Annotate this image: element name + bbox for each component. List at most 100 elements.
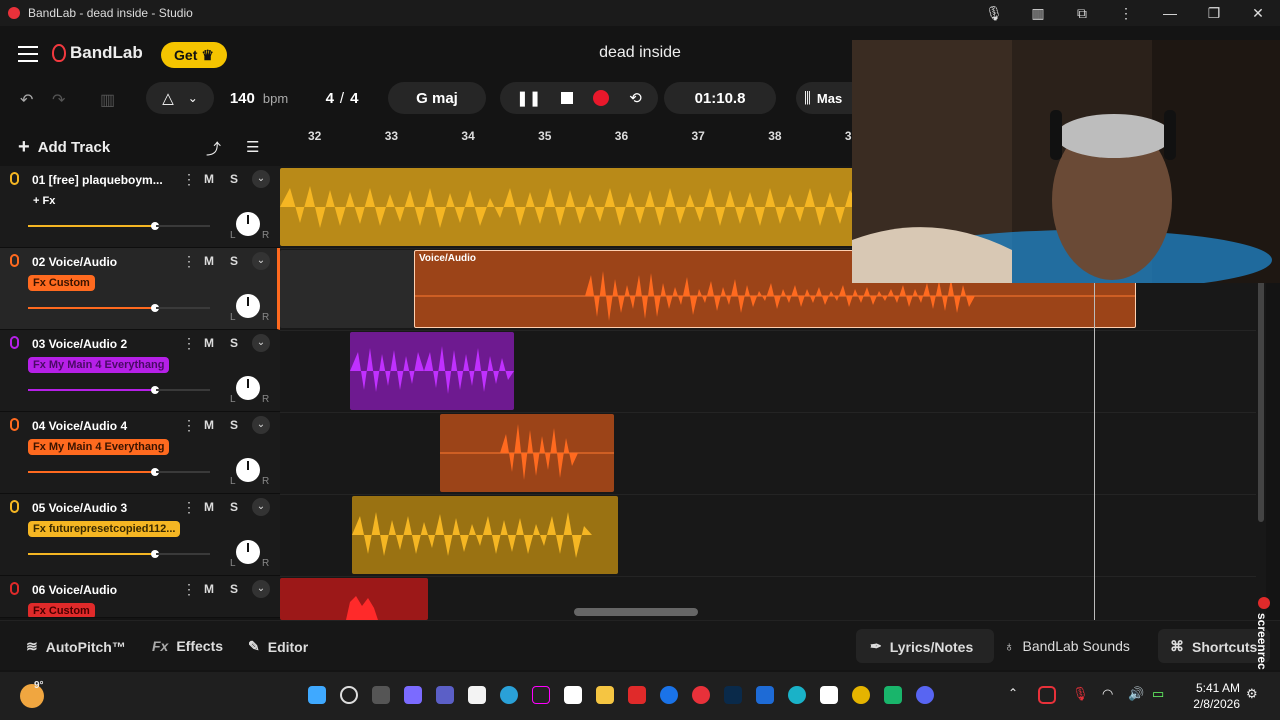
discord-icon[interactable] — [916, 686, 934, 704]
track-header[interactable]: 03 Voice/Audio 2 ⋮ M S ⌄ Fx My Main 4 Ev… — [0, 330, 280, 412]
taskbar-clock[interactable]: 5:41 AM 2/8/2026 — [1193, 680, 1240, 712]
timeline-ruler[interactable]: 32 33 34 35 36 37 38 3 — [280, 126, 860, 166]
tempo-field[interactable]: 140 bpm — [216, 82, 302, 114]
fx-preset-badge[interactable]: + Fx — [28, 193, 60, 209]
fx-preset-badge[interactable]: Fx futurepresetcopied112... — [28, 521, 181, 537]
solo-button[interactable]: S — [230, 418, 238, 432]
undo-icon[interactable]: ↶ — [20, 90, 33, 110]
mute-button[interactable]: M — [204, 418, 214, 432]
task-view-icon[interactable] — [372, 686, 390, 704]
chevron-down-icon[interactable]: ⌄ — [252, 580, 270, 598]
solo-button[interactable]: S — [230, 582, 238, 596]
track-header[interactable]: 01 [free] plaqueboym... ⋮ M S ⌄ + Fx L R — [0, 166, 280, 248]
chevron-down-icon[interactable]: ⌄ — [252, 252, 270, 270]
audio-clip[interactable] — [440, 414, 614, 492]
battery-icon[interactable]: ▭ — [1152, 686, 1164, 702]
volume-slider[interactable] — [28, 304, 159, 312]
chevron-down-icon[interactable]: ⌄ — [252, 416, 270, 434]
mic-icon[interactable] — [10, 336, 19, 349]
teams-icon[interactable] — [436, 686, 454, 704]
fx-preset-badge[interactable]: Fx Custom — [28, 275, 95, 291]
bandlab-taskbar-icon[interactable] — [692, 686, 710, 704]
hp-icon[interactable] — [660, 686, 678, 704]
shortcuts-button[interactable]: ⌘ Shortcuts — [1170, 638, 1257, 655]
piano-icon[interactable]: ▥ — [1016, 5, 1060, 22]
mic-icon[interactable] — [10, 172, 19, 185]
wifi-icon[interactable]: ◠ — [1102, 686, 1113, 702]
stop-button[interactable] — [561, 92, 574, 104]
lyrics-notes-button[interactable]: ✒ Lyrics/Notes — [870, 638, 973, 655]
track-header[interactable]: 05 Voice/Audio 3 ⋮ M S ⌄ Fx futurepreset… — [0, 494, 280, 576]
fx-preset-badge[interactable]: Fx My Main 4 Everythang — [28, 439, 170, 455]
piano-keys-icon[interactable]: ▥ — [100, 90, 115, 110]
store-icon[interactable] — [468, 686, 486, 704]
volume-slider[interactable] — [28, 386, 159, 394]
extensions-icon[interactable]: ⧉ — [1060, 5, 1104, 22]
track-name[interactable]: 03 Voice/Audio 2 — [32, 337, 172, 351]
editor-button[interactable]: ✎ Editor — [248, 638, 308, 655]
mute-button[interactable]: M — [204, 172, 214, 186]
chrome-icon[interactable] — [852, 686, 870, 704]
volume-slider[interactable] — [28, 468, 159, 476]
add-track-button[interactable]: + Add Track — [18, 136, 110, 159]
amazon-icon[interactable] — [564, 686, 582, 704]
tray-icon[interactable] — [1038, 686, 1056, 704]
solo-button[interactable]: S — [230, 336, 238, 350]
track-header[interactable]: 04 Voice/Audio 4 ⋮ M S ⌄ Fx My Main 4 Ev… — [0, 412, 280, 494]
record-button[interactable] — [593, 90, 610, 106]
more-icon[interactable]: ⋮ — [1104, 5, 1148, 22]
more-icon[interactable]: ⋮ — [182, 581, 196, 598]
pan-knob[interactable] — [236, 294, 260, 318]
audio-clip[interactable] — [352, 496, 618, 574]
track-name[interactable]: 05 Voice/Audio 3 — [32, 501, 172, 515]
bandlab-sounds-button[interactable]: ♁ BandLab Sounds — [1004, 638, 1130, 654]
pan-knob[interactable] — [236, 458, 260, 482]
track-name[interactable]: 01 [free] plaqueboym... — [32, 173, 172, 187]
get-membership-button[interactable]: Get ♛ — [161, 42, 227, 68]
more-icon[interactable]: ⋮ — [182, 499, 196, 516]
more-icon[interactable]: ⋮ — [182, 253, 196, 270]
automation-icon[interactable]: ⤴ — [206, 138, 221, 159]
chevron-down-icon[interactable]: ⌄ — [252, 334, 270, 352]
app-icon[interactable] — [532, 686, 550, 704]
audio-clip[interactable] — [280, 578, 428, 620]
edge-beta-icon[interactable] — [788, 686, 806, 704]
mute-button[interactable]: M — [204, 254, 214, 268]
solo-button[interactable]: S — [230, 500, 238, 514]
mute-button[interactable]: M — [204, 500, 214, 514]
start-icon[interactable] — [308, 686, 326, 704]
chevron-down-icon[interactable]: ⌄ — [252, 170, 270, 188]
track-name[interactable]: 06 Voice/Audio — [32, 583, 172, 597]
solo-button[interactable]: S — [230, 172, 238, 186]
track-header[interactable]: 06 Voice/Audio ⋮ M S ⌄ Fx Custom L R — [0, 576, 280, 618]
fx-preset-badge[interactable]: Fx My Main 4 Everythang — [28, 357, 170, 373]
horizontal-scrollbar[interactable] — [574, 608, 698, 616]
volume-icon[interactable]: 🔊 — [1128, 686, 1144, 702]
settings-sliders-icon[interactable]: ☰ — [246, 138, 259, 156]
mute-button[interactable]: M — [204, 582, 214, 596]
audio-clip[interactable] — [350, 332, 514, 410]
more-icon[interactable]: ⋮ — [182, 417, 196, 434]
pause-button[interactable]: ❚❚ — [516, 89, 541, 107]
mic-tray-icon[interactable]: 🎙 — [1072, 686, 1089, 702]
app-icon[interactable] — [884, 686, 902, 704]
redo-icon[interactable]: ↷ — [52, 90, 65, 110]
close-button[interactable]: ✕ — [1236, 5, 1280, 22]
more-icon[interactable]: ⋮ — [182, 171, 196, 188]
bandlab-logo[interactable]: BandLab — [52, 43, 143, 63]
key-selector[interactable]: G maj — [388, 82, 486, 114]
notification-icon[interactable]: ⚙ — [1246, 686, 1258, 702]
minimize-button[interactable]: — — [1148, 5, 1192, 21]
file-explorer-icon[interactable] — [596, 686, 614, 704]
solo-button[interactable]: S — [230, 254, 238, 268]
autopitch-button[interactable]: ≋ AutoPitch™ — [26, 638, 126, 655]
effects-button[interactable]: Fx Effects — [152, 638, 223, 654]
metronome-button[interactable]: △ ⌄ — [146, 82, 214, 114]
more-icon[interactable]: ⋮ — [182, 335, 196, 352]
pan-knob[interactable] — [236, 212, 260, 236]
time-signature[interactable]: 4 / 4 — [306, 82, 378, 114]
mute-button[interactable]: M — [204, 336, 214, 350]
mic-icon[interactable] — [10, 582, 19, 595]
volume-slider[interactable] — [28, 550, 159, 558]
mic-icon[interactable] — [10, 418, 19, 431]
